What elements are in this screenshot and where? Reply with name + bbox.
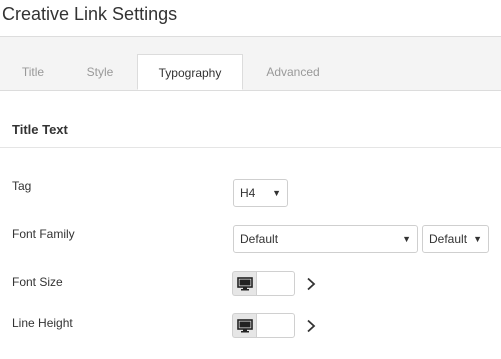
settings-header: Creative Link Settings <box>0 0 501 37</box>
chevron-right-icon[interactable] <box>304 276 318 292</box>
font-family-label: Font Family <box>12 227 75 241</box>
responsive-device-button[interactable] <box>232 271 256 296</box>
font-weight-select[interactable]: Default ▼ <box>422 225 489 253</box>
font-family-select-value: Default <box>240 232 279 246</box>
line-height-label: Line Height <box>12 316 73 330</box>
font-size-control <box>232 271 296 296</box>
font-size-input[interactable] <box>256 271 295 296</box>
caret-down-icon: ▼ <box>402 234 411 244</box>
tag-select-value: H4 <box>240 186 256 200</box>
tab-title[interactable]: Title <box>16 54 50 90</box>
line-height-control <box>232 313 296 338</box>
desktop-icon <box>236 276 253 290</box>
caret-down-icon: ▼ <box>272 188 281 198</box>
tab-style[interactable]: Style <box>80 54 120 90</box>
font-size-label: Font Size <box>12 275 63 289</box>
section-title: Title Text <box>12 122 68 137</box>
responsive-device-button[interactable] <box>232 313 256 338</box>
page-title: Creative Link Settings <box>2 4 178 24</box>
caret-down-icon: ▼ <box>473 234 482 244</box>
tab-bar: Title Style Typography Advanced <box>0 37 501 91</box>
chevron-right-icon[interactable] <box>304 318 318 334</box>
tab-typography[interactable]: Typography <box>137 54 243 90</box>
font-family-select[interactable]: Default ▼ <box>233 225 418 253</box>
tab-advanced[interactable]: Advanced <box>260 54 326 90</box>
tag-label: Tag <box>12 179 32 193</box>
font-weight-select-value: Default <box>429 232 468 246</box>
tag-select[interactable]: H4 ▼ <box>233 179 288 207</box>
section-divider <box>0 147 501 148</box>
desktop-icon <box>236 318 253 332</box>
line-height-input[interactable] <box>256 313 295 338</box>
